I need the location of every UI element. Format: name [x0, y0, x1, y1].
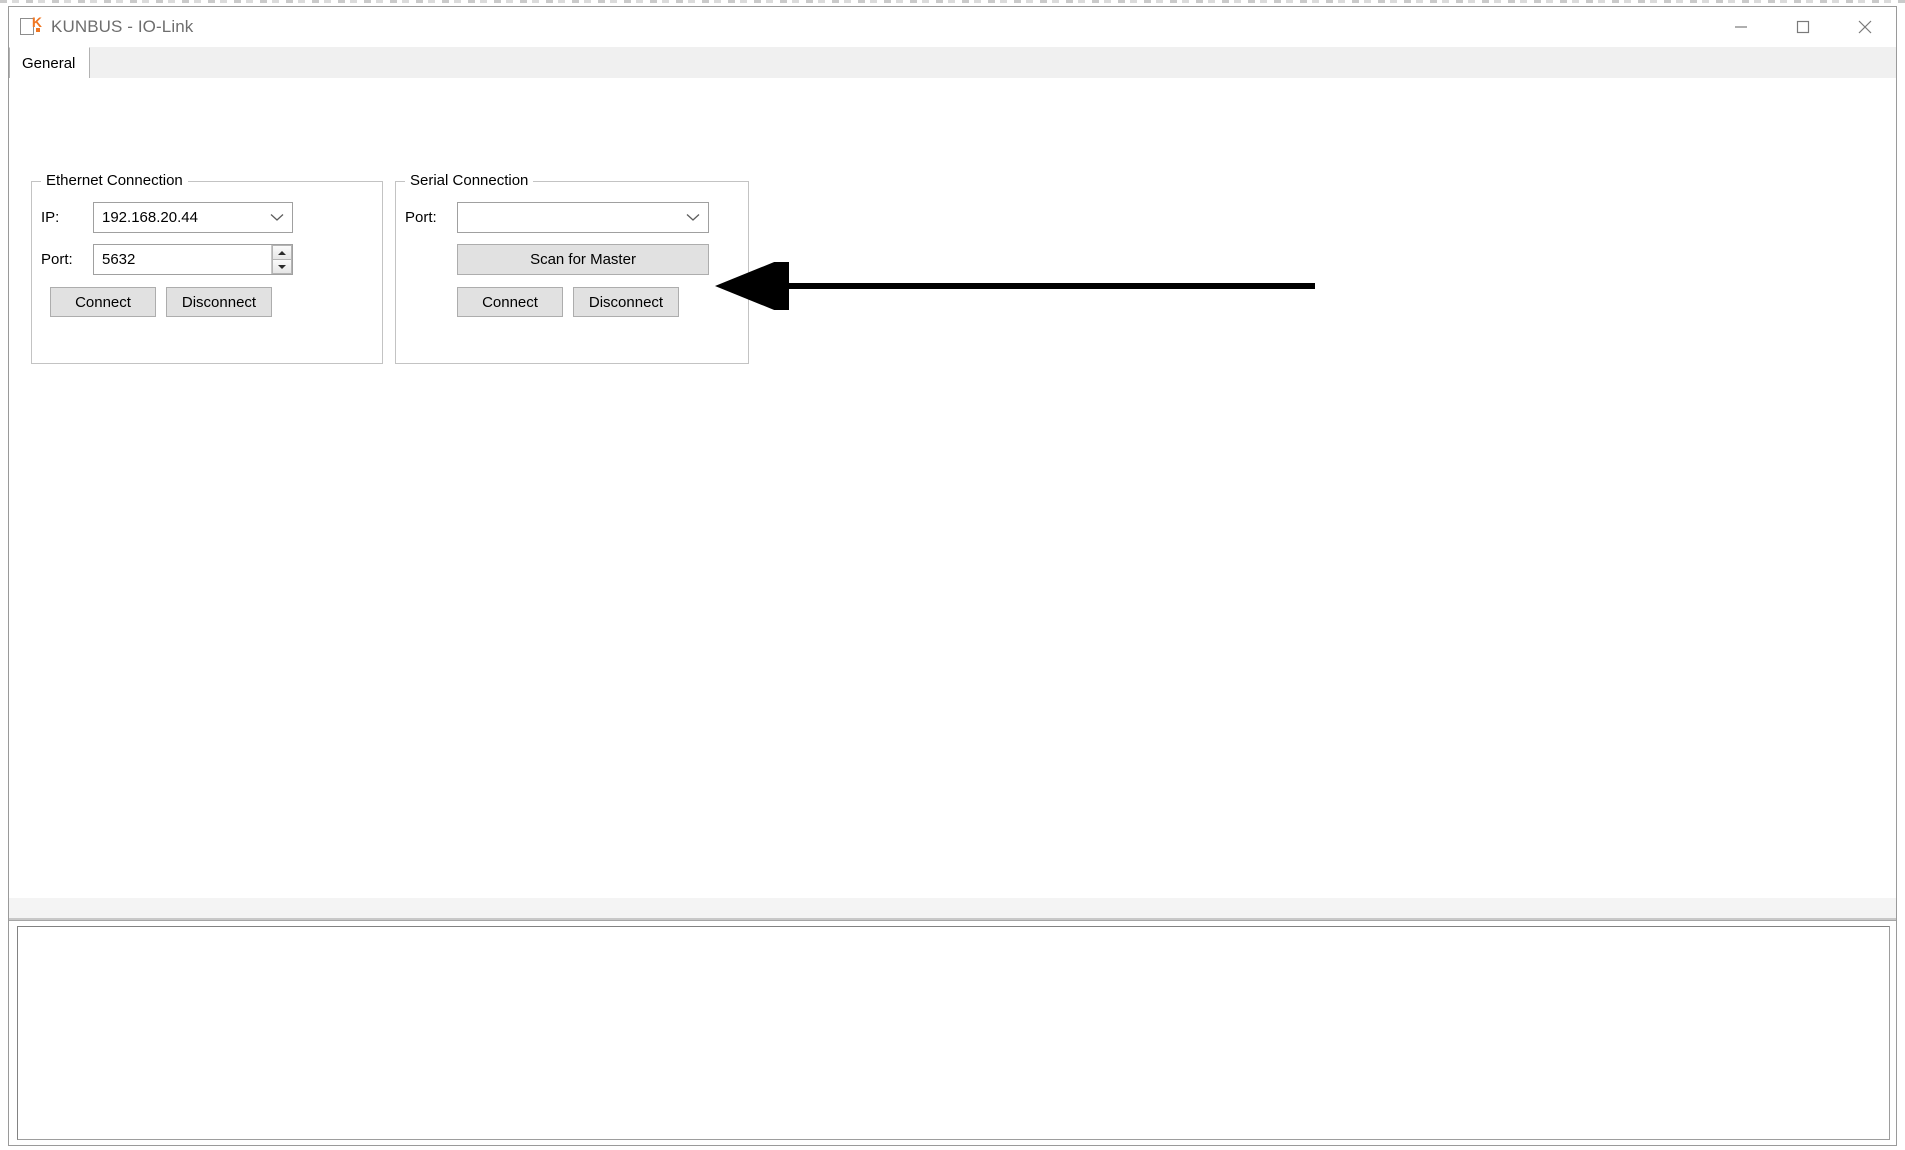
ethernet-ip-value: 192.168.20.44 [102, 209, 198, 226]
triangle-down-icon [278, 264, 286, 269]
serial-port-label: Port: [405, 209, 437, 226]
ethernet-disconnect-label: Disconnect [181, 293, 257, 311]
settings-pane: Ethernet Connection IP: 192.168.20.44 Po… [9, 79, 1896, 897]
ethernet-ip-label: IP: [41, 209, 60, 226]
tab-strip: General [9, 47, 1896, 79]
application-window: K KUNBUS - IO-Link General Ethernet Conn… [8, 6, 1897, 1146]
ethernet-ip-combo[interactable]: 192.168.20.44 [93, 202, 293, 233]
chevron-down-icon [678, 203, 708, 232]
ethernet-port-value: 5632 [102, 251, 136, 268]
serial-connection-group: Serial Connection Port: Scan for Master [395, 172, 749, 364]
ethernet-port-stepper[interactable] [271, 245, 292, 274]
chevron-down-icon [262, 203, 292, 232]
pane-splitter[interactable] [9, 897, 1896, 921]
spin-up-button[interactable] [272, 245, 292, 260]
client-area: Ethernet Connection IP: 192.168.20.44 Po… [9, 79, 1896, 1145]
ethernet-connect-button[interactable]: Connect [50, 287, 156, 317]
ethernet-ip-row: IP: 192.168.20.44 [41, 202, 293, 233]
ethernet-disconnect-button[interactable]: Disconnect [166, 287, 272, 317]
close-button[interactable] [1834, 7, 1896, 47]
ethernet-port-row: Port: 5632 [41, 244, 293, 275]
minimize-button[interactable] [1710, 7, 1772, 47]
scan-for-master-label: Scan for Master [530, 251, 636, 268]
annotation-arrow-icon [715, 256, 1315, 316]
triangle-up-icon [278, 250, 286, 255]
ethernet-connection-group: Ethernet Connection IP: 192.168.20.44 Po… [31, 172, 383, 364]
ethernet-port-spinbox[interactable]: 5632 [93, 244, 293, 275]
scan-for-master-button[interactable]: Scan for Master [457, 244, 709, 275]
tab-general-label: General [22, 54, 76, 72]
log-output-panel[interactable] [17, 926, 1890, 1140]
title-bar: K KUNBUS - IO-Link [9, 7, 1896, 47]
serial-disconnect-button[interactable]: Disconnect [573, 287, 679, 317]
tab-general[interactable]: General [9, 47, 91, 78]
serial-port-combo[interactable] [457, 202, 709, 233]
window-title: KUNBUS - IO-Link [51, 17, 194, 36]
log-output-text [18, 927, 1889, 935]
spin-down-button[interactable] [272, 260, 292, 274]
serial-connect-button[interactable]: Connect [457, 287, 563, 317]
scan-artifact-line [0, 0, 1905, 3]
serial-group-title: Serial Connection [405, 172, 534, 189]
ethernet-group-title: Ethernet Connection [41, 172, 188, 189]
serial-port-row: Port: [405, 202, 709, 233]
kunbus-logo-icon: K [19, 15, 42, 38]
maximize-button[interactable] [1772, 7, 1834, 47]
serial-connect-label: Connect [482, 293, 538, 311]
window-controls [1710, 7, 1896, 47]
ethernet-port-label: Port: [41, 251, 73, 268]
ethernet-connect-label: Connect [75, 293, 131, 311]
serial-disconnect-label: Disconnect [588, 293, 664, 311]
